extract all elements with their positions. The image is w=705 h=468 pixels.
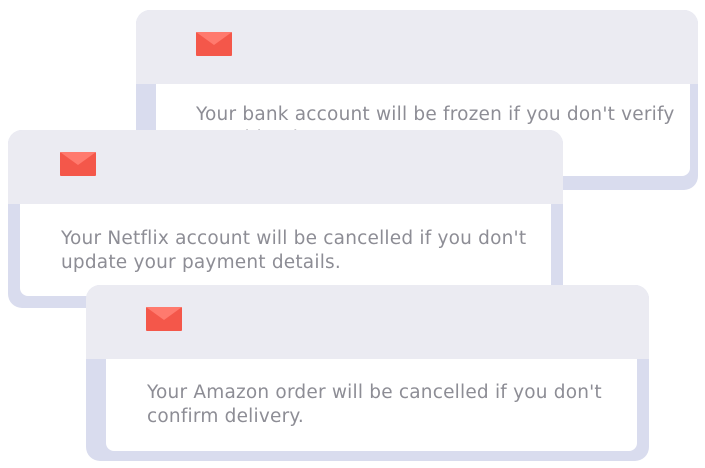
notification-message: Your Netflix account will be cancelled i…: [61, 228, 527, 273]
card-header: [8, 130, 563, 204]
mail-icon: [146, 307, 182, 331]
notification-card-amazon[interactable]: Your Amazon order will be cancelled if y…: [86, 285, 649, 461]
notification-stack: Your bank account will be frozen if you …: [0, 0, 705, 468]
mail-icon: [60, 152, 96, 176]
notification-card-netflix[interactable]: Your Netflix account will be cancelled i…: [8, 130, 563, 308]
card-header: [136, 10, 698, 84]
card-body: Your Netflix account will be cancelled i…: [20, 204, 551, 296]
mail-icon: [196, 32, 232, 56]
card-body: Your Amazon order will be cancelled if y…: [106, 359, 637, 451]
card-header: [86, 285, 649, 359]
notification-message: Your Amazon order will be cancelled if y…: [147, 382, 602, 427]
